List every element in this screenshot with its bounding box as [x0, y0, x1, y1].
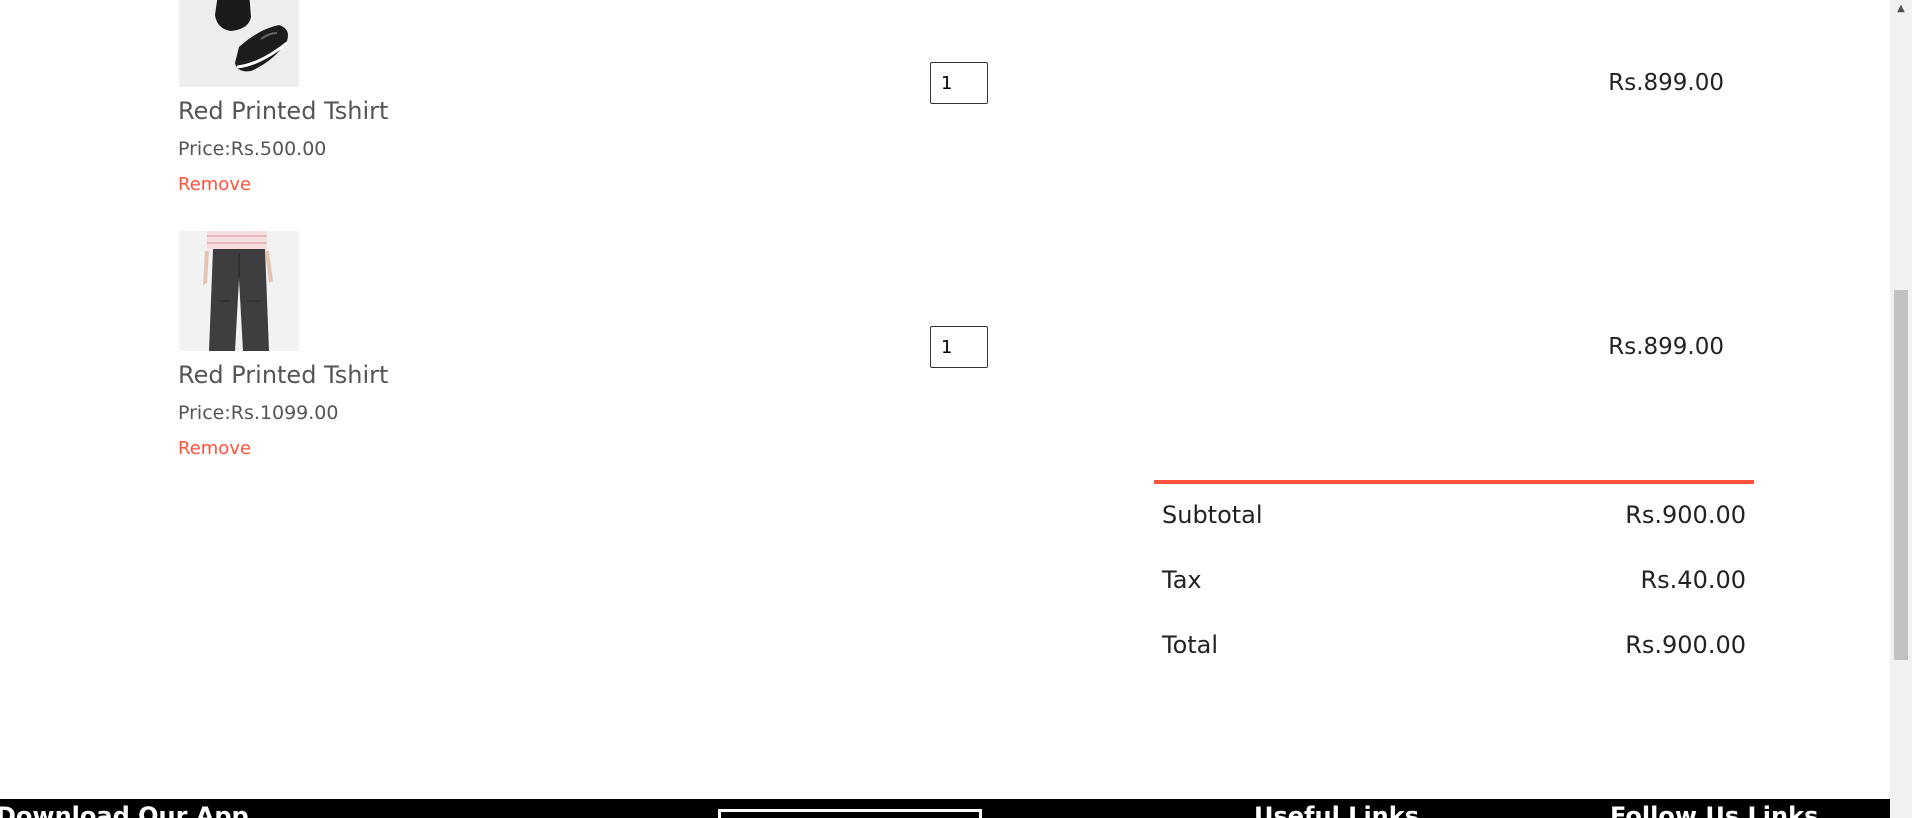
app-store-badge[interactable] — [718, 809, 982, 818]
tax-value: Rs.40.00 — [1640, 566, 1746, 594]
footer: Download Our App Useful Links Follow Us … — [0, 799, 1890, 818]
cart-page: Red Printed Tshirt Price:Rs.500.00 Remov… — [0, 0, 1912, 818]
footer-useful-links-heading: Useful Links — [1254, 802, 1420, 818]
cart-item: Red Printed Tshirt Price:Rs.1099.00 Remo… — [0, 231, 1890, 471]
product-image-shoes[interactable] — [179, 0, 299, 87]
line-subtotal: Rs.899.00 — [1608, 334, 1724, 360]
scrollbar-thumb[interactable] — [1894, 290, 1908, 660]
remove-link[interactable]: Remove — [178, 438, 251, 459]
tax-label: Tax — [1162, 566, 1202, 594]
cart-totals: Subtotal Rs.900.00 Tax Rs.40.00 Total Rs… — [1154, 480, 1754, 659]
product-image-trousers[interactable] — [179, 231, 299, 351]
product-name: Red Printed Tshirt — [178, 97, 389, 125]
quantity-input[interactable] — [930, 62, 988, 104]
subtotal-label: Subtotal — [1162, 501, 1263, 529]
total-value: Rs.900.00 — [1625, 631, 1746, 659]
cart-item: Red Printed Tshirt Price:Rs.500.00 Remov… — [0, 0, 1890, 220]
totals-row-subtotal: Subtotal Rs.900.00 — [1154, 501, 1754, 541]
product-price: Price:Rs.500.00 — [178, 138, 327, 160]
totals-row-tax: Tax Rs.40.00 — [1154, 566, 1754, 606]
totals-row-total: Total Rs.900.00 — [1154, 631, 1754, 671]
remove-link[interactable]: Remove — [178, 174, 251, 195]
product-price: Price:Rs.1099.00 — [178, 402, 339, 424]
product-name: Red Printed Tshirt — [178, 361, 389, 389]
line-subtotal: Rs.899.00 — [1608, 70, 1724, 96]
total-label: Total — [1162, 631, 1219, 659]
footer-download-heading: Download Our App — [0, 802, 249, 818]
quantity-input[interactable] — [930, 326, 988, 368]
scroll-up-arrow-icon[interactable]: ▲ — [1890, 0, 1912, 18]
vertical-scrollbar[interactable]: ▲ — [1890, 0, 1912, 818]
subtotal-value: Rs.900.00 — [1625, 501, 1746, 529]
footer-follow-heading: Follow Us Links — [1610, 802, 1819, 818]
